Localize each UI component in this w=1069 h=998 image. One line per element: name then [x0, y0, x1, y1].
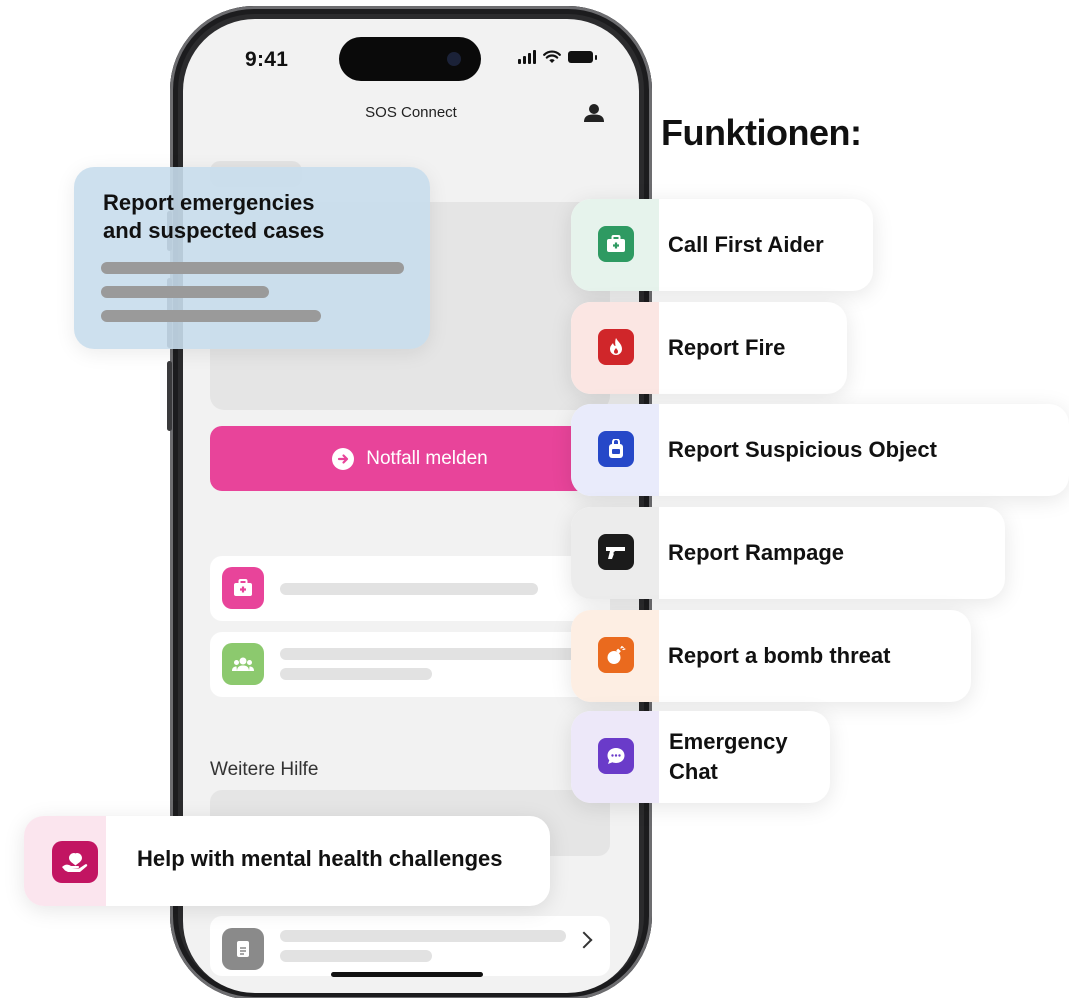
feature-label: Call First Aider [668, 232, 824, 257]
helping-hand-icon [52, 841, 98, 883]
feature-label: Report a bomb threat [668, 643, 891, 668]
feature-call-first-aider[interactable]: Call First Aider [571, 199, 873, 291]
profile-icon[interactable] [583, 102, 605, 124]
report-emergency-label: Notfall melden [366, 447, 488, 469]
status-time: 9:41 [245, 48, 289, 71]
feature-report-bomb-threat[interactable]: Report a bomb threat [571, 610, 971, 702]
phone-volume-down [167, 361, 172, 431]
first-aid-kit-icon [598, 226, 634, 262]
chat-bubble-icon [598, 738, 634, 774]
home-indicator [331, 972, 483, 977]
suspicious-bag-icon [598, 431, 634, 467]
list-item-first-aid[interactable] [210, 556, 610, 621]
feature-label: Emergency Chat [669, 729, 788, 784]
gun-icon [598, 534, 634, 570]
section-more-help: Weitere Hilfe [210, 759, 319, 780]
battery-icon [568, 51, 597, 63]
feature-report-rampage[interactable]: Report Rampage [571, 507, 1005, 599]
list-item-group[interactable] [210, 632, 610, 697]
feature-label: Help with mental health challenges [137, 846, 503, 871]
feature-label: Report Rampage [668, 540, 845, 565]
first-aid-kit-icon [222, 567, 264, 609]
feature-label: Report Suspicious Object [668, 437, 937, 462]
callout-text: Report emergencies and suspected cases [103, 190, 325, 243]
fire-icon [598, 329, 634, 365]
bomb-icon [598, 637, 634, 673]
wifi-icon [543, 50, 561, 63]
feature-report-fire[interactable]: Report Fire [571, 302, 847, 394]
status-icons [518, 50, 597, 64]
list-item-document[interactable] [210, 916, 610, 976]
chevron-right-icon [575, 931, 593, 949]
feature-emergency-chat[interactable]: Emergency Chat [571, 711, 830, 803]
app-title: SOS Connect [365, 104, 457, 121]
feature-report-suspicious-object[interactable]: Report Suspicious Object [571, 404, 1069, 496]
feature-mental-health[interactable]: Help with mental health challenges [24, 816, 550, 906]
functions-heading: Funktionen: [661, 112, 862, 153]
feature-label: Report Fire [668, 335, 786, 360]
signal-icon [518, 50, 536, 64]
document-icon [222, 928, 264, 970]
callout-report-emergencies: Report emergencies and suspected cases [74, 167, 430, 349]
arrow-right-icon [332, 447, 355, 470]
group-icon [222, 643, 264, 685]
report-emergency-button[interactable]: Notfall melden [210, 426, 610, 491]
dynamic-island [339, 37, 481, 81]
